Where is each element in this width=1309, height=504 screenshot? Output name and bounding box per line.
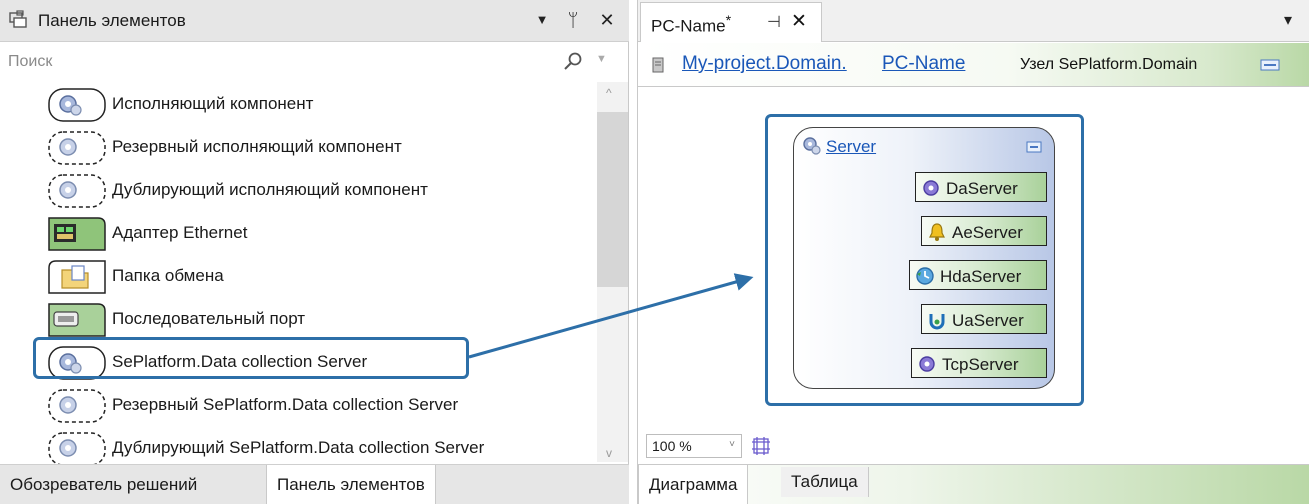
server-link[interactable]: Server: [826, 137, 876, 157]
list-item[interactable]: Резервный SePlatform.Data collection Ser…: [0, 385, 556, 425]
designer-bottom-tabs: Диаграмма Таблица: [638, 464, 1309, 504]
grid-icon[interactable]: [751, 436, 771, 456]
list-item-label: Дублирующий исполняющий компонент: [112, 180, 428, 199]
search-icon[interactable]: [562, 51, 584, 73]
list-item-label: Адаптер Ethernet: [112, 223, 248, 242]
gear-component-icon: [48, 88, 106, 122]
pin-icon[interactable]: ⊣: [767, 12, 781, 32]
server-node[interactable]: Server DaServer AeServer HdaServer UaSer…: [793, 127, 1055, 389]
document-tab-title: PC-Name*: [651, 13, 732, 36]
breadcrumb: My-project.Domain. PC-Name Узел SePlatfo…: [638, 43, 1309, 87]
document-tabstrip: PC-Name* ⊣ ✕ ▾: [638, 0, 1309, 42]
bell-icon: [929, 223, 945, 241]
search-dropdown-icon[interactable]: ▼: [596, 53, 607, 65]
left-bottom-tabs: Обозреватель решений Панель элементов: [0, 464, 629, 504]
toolbox-list: Исполняющий компонент Резервный исполняю…: [0, 82, 596, 466]
port-tcp-server[interactable]: TcpServer: [911, 348, 1047, 378]
list-item[interactable]: Дублирующий исполняющий компонент: [0, 170, 556, 210]
close-panel-button[interactable]: ✕: [596, 8, 618, 32]
serial-port-icon: [48, 303, 106, 337]
tab-overflow-button[interactable]: ▾: [1284, 10, 1292, 30]
exchange-folder-icon: [48, 260, 106, 294]
list-item-label: Исполняющий компонент: [112, 94, 314, 113]
close-tab-button[interactable]: ✕: [791, 10, 807, 33]
port-hda-server[interactable]: HdaServer: [909, 260, 1047, 290]
list-item[interactable]: Резервный исполняющий компонент: [0, 127, 556, 167]
port-label: AeServer: [952, 223, 1023, 242]
toolbox-title: Панель элементов: [38, 11, 186, 30]
list-item[interactable]: Исполняющий компонент: [0, 84, 556, 124]
port-label: HdaServer: [940, 267, 1022, 286]
breadcrumb-node-link[interactable]: PC-Name: [882, 53, 965, 75]
server-icon: [652, 57, 664, 73]
search-input[interactable]: [8, 49, 548, 75]
list-item[interactable]: Дублирующий SePlatform.Data collection S…: [0, 428, 556, 468]
scroll-up-icon[interactable]: ^: [606, 86, 612, 100]
ethernet-adapter-icon: [48, 217, 106, 251]
toolbox-header: Панель элементов ▼ ᛘ ✕: [0, 0, 629, 42]
tab-toolbox[interactable]: Панель элементов: [266, 465, 436, 504]
collapse-icon[interactable]: [1026, 141, 1042, 153]
gear-component-dashed-icon: [48, 389, 106, 423]
list-item[interactable]: Папка обмена: [0, 256, 556, 296]
selection-highlight: [33, 337, 469, 379]
collapse-icon[interactable]: [1260, 59, 1282, 71]
zoom-row: 100 % ˅: [638, 428, 1309, 464]
list-item-label: Дублирующий SePlatform.Data collection S…: [112, 438, 485, 457]
tab-table[interactable]: Таблица: [781, 467, 869, 497]
diagram-canvas[interactable]: Server DaServer AeServer HdaServer UaSer…: [638, 88, 1309, 428]
scrollbar-thumb[interactable]: [597, 112, 628, 287]
tab-solution-explorer[interactable]: Обозреватель решений: [0, 465, 207, 504]
gear-icon: [803, 137, 821, 155]
port-ae-server[interactable]: AeServer: [921, 216, 1047, 246]
search-row: ▼: [0, 43, 629, 81]
chevron-down-icon: ˅: [729, 439, 735, 450]
list-item-label: Папка обмена: [112, 266, 224, 285]
port-ua-server[interactable]: UaServer: [921, 304, 1047, 334]
designer-panel: PC-Name* ⊣ ✕ ▾ My-project.Domain. PC-Nam…: [637, 0, 1309, 504]
gear-component-dashed-icon: [48, 174, 106, 208]
toolbox-panel: Панель элементов ▼ ᛘ ✕ ▼ Исполняющий ком…: [0, 0, 629, 504]
scroll-down-icon[interactable]: v: [606, 446, 612, 460]
gear-purple-icon: [919, 356, 935, 372]
gear-component-dashed-icon: [48, 432, 106, 466]
list-item-label: Последовательный порт: [112, 309, 306, 328]
port-label: DaServer: [946, 179, 1018, 198]
gear-purple-icon: [923, 180, 939, 196]
node-type-label: Узел SePlatform.Domain: [1020, 56, 1198, 73]
port-da-server[interactable]: DaServer: [915, 172, 1047, 202]
port-label: UaServer: [952, 311, 1024, 330]
zoom-select[interactable]: 100 % ˅: [646, 434, 742, 458]
port-label: TcpServer: [942, 355, 1019, 374]
list-item-label: Резервный исполняющий компонент: [112, 137, 402, 156]
gear-component-dashed-icon: [48, 131, 106, 165]
document-tab[interactable]: PC-Name* ⊣ ✕: [640, 2, 822, 42]
pin-icon[interactable]: ᛘ: [562, 8, 584, 32]
toolbox-icon: [9, 10, 27, 28]
modified-mark: *: [725, 13, 732, 29]
tab-diagram[interactable]: Диаграмма: [638, 465, 749, 504]
list-item-label: Резервный SePlatform.Data collection Ser…: [112, 395, 459, 414]
zoom-value: 100 %: [652, 438, 692, 454]
list-item[interactable]: Последовательный порт: [0, 299, 556, 339]
list-item[interactable]: Адаптер Ethernet: [0, 213, 556, 253]
diagram-highlight: Server DaServer AeServer HdaServer UaSer…: [765, 114, 1084, 406]
list-scrollbar[interactable]: ^ v: [597, 82, 628, 462]
history-clock-icon: [916, 267, 934, 285]
panel-dropdown-button[interactable]: ▼: [531, 8, 553, 32]
ua-icon: [929, 314, 945, 330]
breadcrumb-project-link[interactable]: My-project.Domain.: [682, 53, 847, 75]
